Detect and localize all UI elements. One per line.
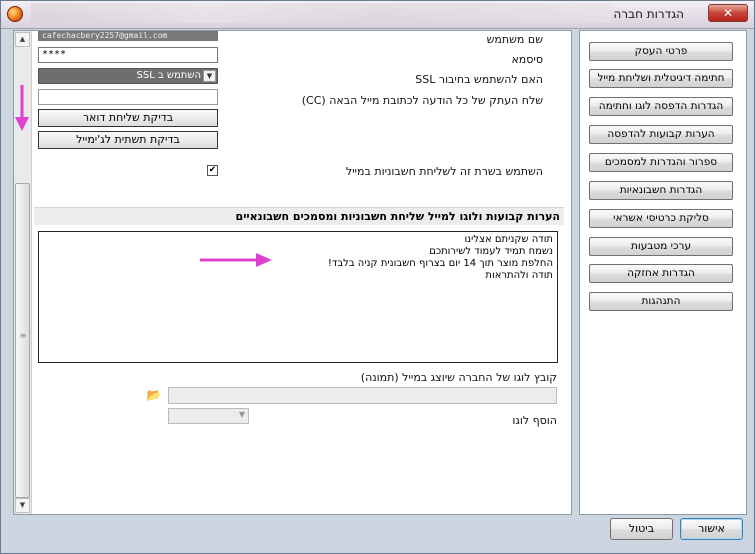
chevron-down-icon: ▼ [238, 410, 245, 419]
settings-content-panel: ▲ ≡ ▼ cafechacbery2257@gmail.com שם משתמ… [13, 30, 572, 515]
notes-textarea[interactable]: תודה שקניתם אצלינו נשמח תמיד לעמוד לשירו… [38, 231, 558, 363]
use-server-checkbox[interactable]: ✔ [207, 165, 218, 176]
notes-section-header: הערות קבועות ולוגו למייל שליחת חשבוניות … [34, 207, 564, 225]
username-field[interactable]: cafechacbery2257@gmail.com [38, 31, 218, 41]
title-bar-blur [31, 3, 611, 23]
nav-button-print-notes[interactable]: הערות קבועות להדפסה [589, 125, 733, 144]
notes-line: נשמח תמיד לעמוד לשירותכם [429, 246, 553, 257]
settings-window: הגדרות חברה ✕ ▲ ≡ ▼ cafechacbery2257@gma… [0, 0, 755, 554]
nav-button-currency-values[interactable]: ערכי מטבעות [589, 237, 733, 256]
title-bar[interactable]: הגדרות חברה ✕ [1, 1, 754, 29]
notes-line: החלפת מוצר תוך 14 יום בצרוף חשבונית קניה… [327, 258, 553, 269]
settings-nav-panel: פרטי העסק חתימה דיגיטלית ושליחת מייל הגד… [579, 30, 747, 515]
nav-button-credit-card-clearing[interactable]: סליקת כרטיסי אשראי [589, 209, 733, 228]
password-field[interactable]: **** [38, 47, 218, 63]
scroll-up-arrow-icon[interactable]: ▲ [15, 32, 30, 47]
right-arrow-annotation-icon [200, 253, 272, 267]
add-logo-label: הוסף לוגו [512, 414, 557, 427]
down-arrow-annotation-icon [15, 85, 29, 131]
close-button[interactable]: ✕ [708, 4, 748, 22]
app-icon [7, 6, 23, 22]
nav-button-accounting-settings[interactable]: הגדרות חשבונאיות [589, 181, 733, 200]
scroll-thumb[interactable]: ≡ [15, 183, 30, 498]
ok-button[interactable]: אישור [680, 518, 743, 540]
username-label: שם משתמש [486, 33, 543, 46]
notes-line: תודה שקניתם אצלינו [464, 234, 553, 245]
ssl-label: האם להשתמש בחיבור SSL [415, 73, 543, 86]
nav-button-print-settings[interactable]: הגדרות הדפסה לוגו וחתימה [589, 97, 733, 116]
nav-button-business-details[interactable]: פרטי העסק [589, 42, 733, 61]
logo-file-path-field[interactable] [168, 387, 557, 404]
notes-line: תודה ולהתראות [485, 270, 553, 281]
window-title: הגדרות חברה [613, 7, 684, 21]
check-mailer-button[interactable]: בדיקת שליחת דואר [38, 109, 218, 127]
password-label: סיסמא [511, 53, 543, 66]
scroll-down-arrow-icon[interactable]: ▼ [15, 498, 30, 513]
grip-icon: ≡ [19, 331, 27, 340]
ssl-select-value: השתמש ב SSL [136, 70, 202, 81]
nav-button-digital-signature[interactable]: חתימה דיגיטלית ושליחת מייל [589, 69, 733, 88]
notes-section-title: הערות קבועות ולוגו למייל שליחת חשבוניות … [235, 210, 560, 223]
cc-label: שלח העתק של כל הודעה לכתובת מייל הבאה (C… [301, 94, 543, 107]
use-server-label: השתמש בשרת זה לשליחת חשבוניות במייל [345, 165, 543, 178]
nav-button-behavior[interactable]: התנהגות [589, 292, 733, 311]
cancel-button[interactable]: ביטול [610, 518, 673, 540]
logo-file-label: קובץ לוגו של החברה שיוצג במייל (תמונה) [360, 371, 557, 384]
nav-button-document-numbering[interactable]: ספרור והגדרות למסמכים [589, 153, 733, 172]
nav-button-maintenance[interactable]: הגדרות אחזקה [589, 264, 733, 283]
browse-folder-icon[interactable]: 📂 [146, 388, 162, 402]
check-gmail-button[interactable]: בדיקת תשתית לג'ימייל [38, 131, 218, 149]
chevron-down-icon[interactable]: ▼ [203, 70, 216, 82]
ssl-select[interactable]: השתמש ב SSL ▼ [38, 68, 218, 84]
cc-email-field[interactable] [38, 89, 218, 105]
add-logo-select[interactable]: ▼ [168, 408, 249, 424]
